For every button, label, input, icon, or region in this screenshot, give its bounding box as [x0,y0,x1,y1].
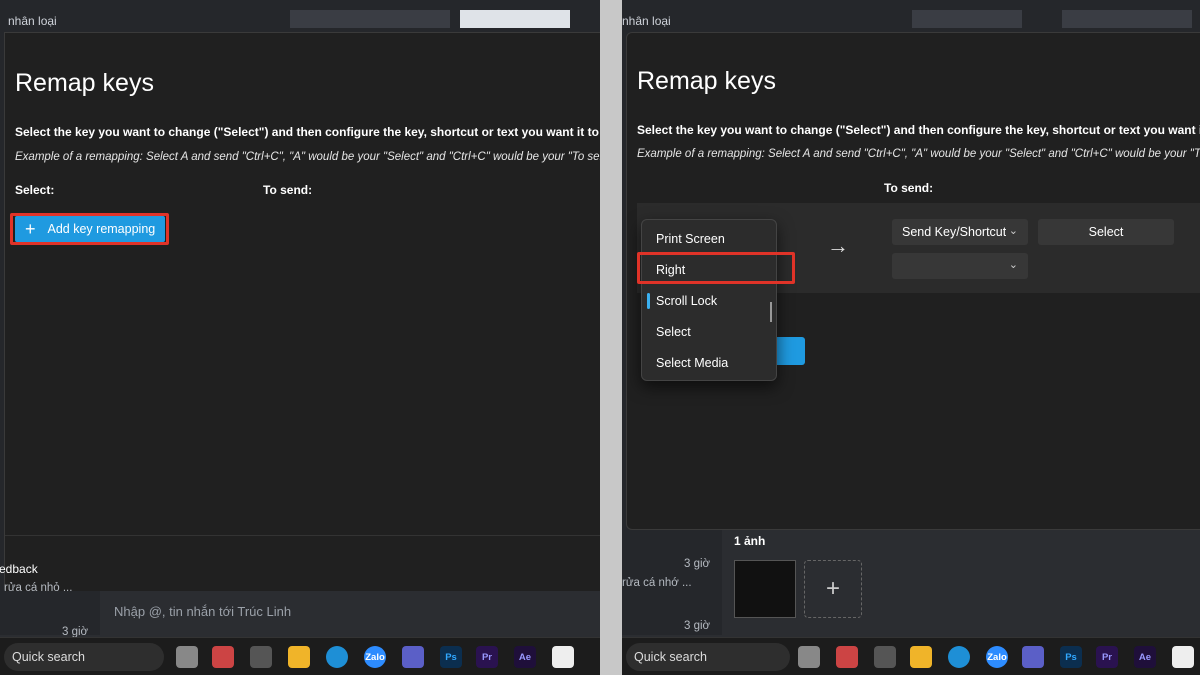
quick-search-box[interactable]: Quick search [4,643,164,671]
task-view-icon[interactable] [176,646,198,668]
quick-search-box[interactable]: Quick search [626,643,790,671]
left-screenshot-panel: nhân loại Remap keys Select the key you … [0,0,600,675]
file-explorer-icon[interactable] [910,646,932,668]
key-option[interactable]: Print Screen [656,232,725,246]
teams-icon[interactable] [402,646,424,668]
key-option[interactable]: Select Media [656,356,728,370]
select-key-button[interactable]: Select [1038,219,1174,245]
photoshop-icon[interactable]: Ps [1060,646,1082,668]
chat-header-label: nhân loại [8,14,57,28]
background-thumbnail [290,10,450,28]
arrow-right-icon: → [827,233,849,258]
app-icon[interactable] [250,646,272,668]
select-column-label: Select: [15,183,55,197]
windows-taskbar: Quick search Zalo Ps Pr Ae [622,637,1200,675]
photo-thumbnail[interactable] [734,560,796,618]
background-thumbnail [1062,10,1192,28]
chevron-down-icon: ⌄ [1008,225,1018,237]
after-effects-icon[interactable]: Ae [1134,646,1156,668]
key-option-selected[interactable]: Scroll Lock [656,294,717,308]
key-options-popup: Print Screen Right Scroll Lock Select Se… [641,219,777,381]
remap-keys-dialog: Remap keys Select the key you want to ch… [0,32,600,591]
chat-message-input[interactable]: Nhập @, tin nhắn tới Trúc Linh [114,604,291,619]
document-icon[interactable] [1172,646,1194,668]
add-photo-button[interactable]: + [804,560,862,618]
feedback-link[interactable]: Feedback [0,562,38,576]
edge-icon[interactable] [948,646,970,668]
dialog-title: Remap keys [15,69,154,97]
teams-icon[interactable] [1022,646,1044,668]
chat-app-header: nhân loại [0,0,600,32]
chat-snippet: rửa cá nhớ ... [622,577,692,589]
app-icon[interactable] [836,646,858,668]
app-icon[interactable] [874,646,896,668]
background-thumbnail [912,10,1022,28]
zalo-icon[interactable]: Zalo [986,646,1008,668]
dialog-footer: Feedback [0,535,600,591]
example-text: Example of a remapping: Select A and sen… [15,151,600,163]
dialog-title: Remap keys [637,67,776,95]
quick-search-label: Quick search [12,650,85,664]
key-dropdown[interactable]: ⌄ [892,253,1028,279]
chat-app-header: nhân loại [622,0,1200,32]
chevron-down-icon: ⌄ [1008,259,1018,271]
right-screenshot-panel: nhân loại Remap keys Select the key you … [622,0,1200,675]
edge-icon[interactable] [326,646,348,668]
premiere-icon[interactable]: Pr [1096,646,1118,668]
chat-snippet: rửa cá nhỏ ... [4,582,73,594]
chat-time: 3 giờ [684,558,711,570]
zalo-icon[interactable]: Zalo [364,646,386,668]
key-option[interactable]: Select [656,325,691,339]
popup-scrollbar[interactable] [770,302,772,322]
document-icon[interactable] [552,646,574,668]
to-send-column-label: To send: [263,183,313,197]
photoshop-icon[interactable]: Ps [440,646,462,668]
instruction-text: Select the key you want to change ("Sele… [15,125,600,139]
select-key-label: Select [1088,225,1124,239]
send-type-value: Send Key/Shortcut [902,225,1006,239]
to-send-column-label: To send: [884,181,934,195]
instruction-text: Select the key you want to change ("Sele… [637,123,1200,137]
selection-indicator [647,293,650,309]
remap-keys-dialog: Remap keys Select the key you want to ch… [626,32,1200,530]
highlight-box [10,213,169,245]
file-explorer-icon[interactable] [288,646,310,668]
send-type-dropdown[interactable]: Send Key/Shortcut ⌄ [892,219,1028,245]
premiere-icon[interactable]: Pr [476,646,498,668]
app-icon[interactable] [212,646,234,668]
highlight-box [637,252,795,284]
panel-divider [600,0,622,675]
quick-search-label: Quick search [634,650,707,664]
task-view-icon[interactable] [798,646,820,668]
photo-count-label: 1 ảnh [734,534,766,548]
chat-header-label: nhân loại [622,14,671,28]
background-thumbnail [460,10,570,28]
example-text: Example of a remapping: Select A and sen… [637,148,1200,160]
after-effects-icon[interactable]: Ae [514,646,536,668]
chat-time: 3 giờ [684,620,711,632]
windows-taskbar: Quick search Zalo Ps Pr Ae [0,637,600,675]
